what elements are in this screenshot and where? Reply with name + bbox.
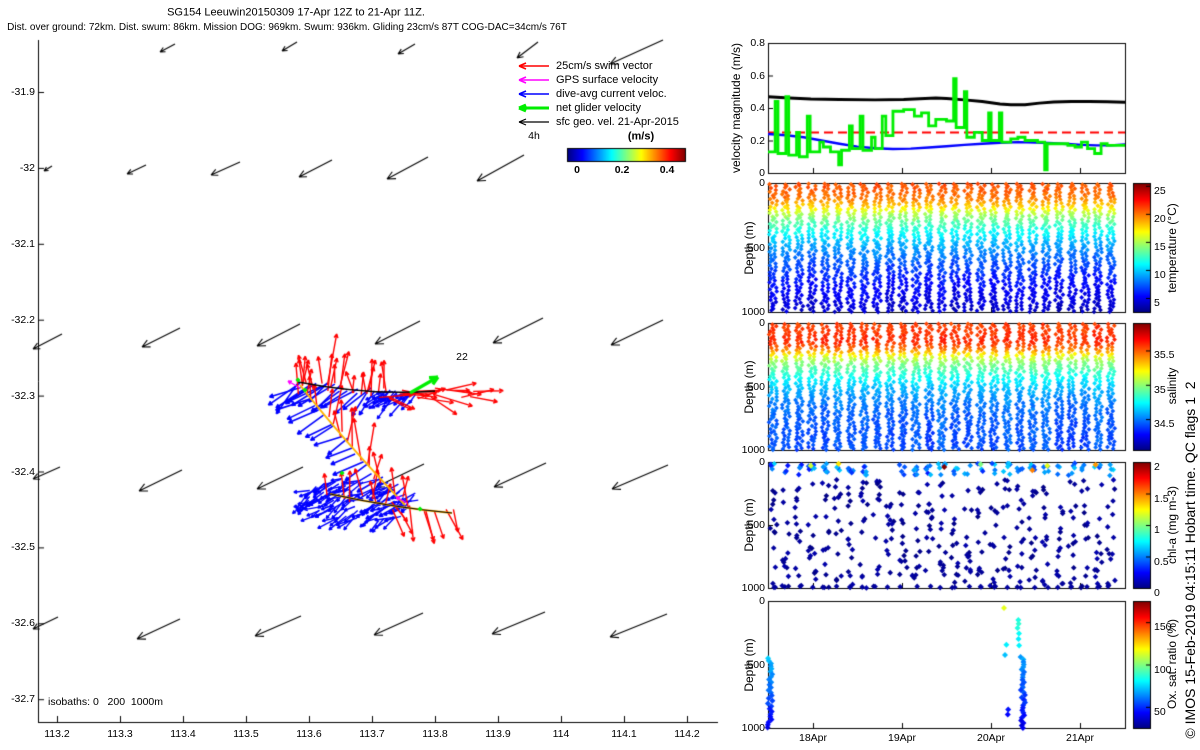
colorbar-tick-label: 25 bbox=[1154, 184, 1166, 197]
mission-stats-subtitle: Dist. over ground: 72km. Dist. swum: 86k… bbox=[7, 22, 567, 33]
dive-number-label: 22 bbox=[456, 350, 468, 363]
depth-ytick-label: 1000 bbox=[741, 581, 765, 594]
depth-ytick-label: 0 bbox=[759, 455, 765, 468]
date-tick-label: 20Apr bbox=[976, 732, 1006, 744]
depth-ytick-label: 0 bbox=[759, 594, 765, 607]
salinity-colorbar-title: salinity bbox=[1165, 367, 1179, 405]
colorbar-tick-label: 34.5 bbox=[1154, 418, 1175, 431]
map-ytick-label: -32.3 bbox=[11, 389, 35, 402]
legend-arrow-icon bbox=[518, 89, 549, 98]
map-ytick-label: -32.1 bbox=[11, 237, 35, 250]
colorbar-tick-label: 5 bbox=[1154, 296, 1160, 309]
depth-ytick-label: 1000 bbox=[741, 721, 765, 734]
colorbar-tick-label: 0 bbox=[1154, 587, 1160, 599]
depth-ytick-label: 0 bbox=[759, 176, 765, 189]
map-xtick-label: 113.6 bbox=[296, 728, 322, 740]
velocity-ytick-label: 0.4 bbox=[750, 101, 765, 114]
map-xtick-label: 113.4 bbox=[170, 728, 196, 740]
map-ytick-label: -32.6 bbox=[11, 617, 35, 630]
colorbar-tick-label: 150 bbox=[1154, 621, 1172, 634]
scale-4h-label: 4h bbox=[528, 129, 540, 142]
velocity-ytick-label: 0.8 bbox=[750, 36, 765, 49]
velocity-axis-title: velocity magnitude (m/s) bbox=[729, 42, 743, 174]
colorbar-tick-label: 100 bbox=[1154, 663, 1172, 676]
depth-ytick-label: 0 bbox=[759, 316, 765, 329]
colorbar-tick-label: 35 bbox=[1154, 383, 1166, 396]
legend-arrow-icon bbox=[518, 62, 549, 70]
legend-item-label: net glider velocity bbox=[556, 101, 641, 114]
colorbar-tick-label: 10 bbox=[1154, 268, 1166, 281]
map-ytick-label: -32 bbox=[19, 161, 35, 174]
legend-item-label: 25cm/s swim vector bbox=[556, 60, 653, 72]
velocity-ytick-label: 0.2 bbox=[750, 134, 765, 147]
depth-ytick-label: 1000 bbox=[741, 305, 765, 318]
colorbar-tick-label: 1.5 bbox=[1154, 492, 1169, 505]
map-ytick-label: -32.4 bbox=[11, 465, 35, 478]
date-tick-label: 21Apr bbox=[1065, 732, 1095, 744]
map-colorbar-tick-label: 0.4 bbox=[659, 164, 675, 176]
date-tick-label: 19Apr bbox=[887, 732, 917, 744]
colorbar-tick-label: 20 bbox=[1154, 212, 1166, 225]
colorbar-tick-label: 1 bbox=[1154, 524, 1160, 536]
map-xtick-label: 113.3 bbox=[107, 728, 133, 740]
legend-item-label: dive-avg current veloc. bbox=[556, 87, 667, 100]
legend-item: sfc geo. vel. 21-Apr-2015 bbox=[514, 116, 679, 128]
legend-item-label: GPS surface velocity bbox=[556, 74, 659, 86]
colorbar-tick-label: 0.5 bbox=[1154, 555, 1169, 568]
legend-item: net glider velocity bbox=[514, 102, 641, 114]
depth-ytick-label: 500 bbox=[747, 658, 765, 671]
legend-arrow-icon bbox=[518, 103, 549, 112]
legend-item: 25cm/s swim vector bbox=[514, 60, 653, 72]
legend-item-label: sfc geo. vel. 21-Apr-2015 bbox=[556, 115, 679, 128]
temperature-colorbar-title: temperature (°C) bbox=[1165, 203, 1179, 293]
depth-ytick-label: 500 bbox=[747, 241, 765, 254]
legend-item: GPS surface velocity bbox=[514, 74, 658, 86]
map-ytick-label: -32.2 bbox=[11, 313, 35, 326]
depth-ytick-label: 500 bbox=[747, 518, 765, 531]
map-xtick-label: 114 bbox=[552, 728, 570, 740]
page-title: SG154 Leeuwin20150309 17-Apr 12Z to 21-A… bbox=[167, 6, 425, 19]
colorbar-tick-label: 2 bbox=[1154, 461, 1160, 473]
glider-mission-figure: SG154 Leeuwin20150309 17-Apr 12Z to 21-A… bbox=[0, 0, 1200, 750]
imos-watermark: © IMOS 15-Feb-2019 04:15:11 Hobart time.… bbox=[1182, 381, 1198, 739]
map-xtick-label: 113.7 bbox=[359, 728, 385, 740]
legend-arrow-icon bbox=[518, 117, 549, 126]
map-xtick-label: 113.8 bbox=[422, 728, 448, 740]
colorbar-tick-label: 35.5 bbox=[1154, 349, 1175, 362]
map-colorbar-title: (m/s) bbox=[627, 130, 655, 143]
map-xtick-label: 114.2 bbox=[674, 728, 700, 740]
map-xtick-label: 114.1 bbox=[611, 728, 637, 740]
map-ytick-label: -32.7 bbox=[11, 692, 35, 705]
map-colorbar-tick-label: 0 bbox=[574, 164, 580, 176]
map-xtick-label: 113.9 bbox=[485, 728, 511, 740]
legend-arrow-icon bbox=[518, 76, 549, 84]
map-colorbar-tick-label: 0.2 bbox=[614, 164, 630, 176]
isobaths-label: isobaths: 0 200 1000m bbox=[48, 696, 163, 708]
map-xtick-label: 113.5 bbox=[233, 728, 259, 740]
colorbar-tick-label: 50 bbox=[1154, 705, 1166, 718]
map-ytick-label: -31.9 bbox=[11, 85, 35, 98]
depth-ytick-label: 1000 bbox=[741, 443, 765, 456]
colorbar-tick-label: 15 bbox=[1154, 240, 1166, 253]
legend-item: dive-avg current veloc. bbox=[514, 88, 667, 100]
date-tick-label: 18Apr bbox=[798, 732, 828, 744]
map-xtick-label: 113.2 bbox=[44, 728, 70, 740]
depth-ytick-label: 500 bbox=[747, 380, 765, 393]
map-ytick-label: -32.5 bbox=[11, 541, 35, 554]
velocity-ytick-label: 0.6 bbox=[750, 69, 765, 82]
